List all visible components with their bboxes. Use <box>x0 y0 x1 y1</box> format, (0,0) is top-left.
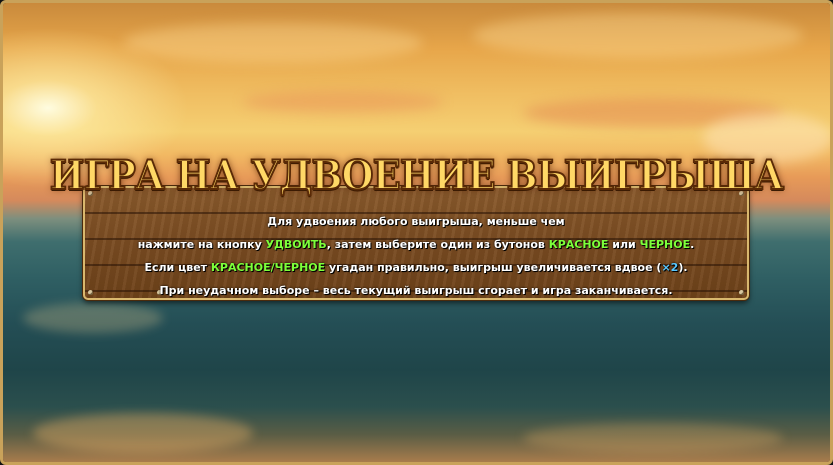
cloud <box>243 91 443 113</box>
multiplier-keyword: ×2 <box>661 261 679 274</box>
rules-text-segment: угадан правильно, выигрыш увеличивается … <box>325 261 662 274</box>
rules-line-4: При неудачном выборе – весь текущий выиг… <box>159 284 673 297</box>
rules-text-segment: ). <box>678 261 688 274</box>
sea-glint <box>23 303 163 333</box>
rules-line-3: Если цвет КРАСНОЕ/ЧЕРНОЕ угадан правильн… <box>83 256 749 279</box>
cloud <box>123 23 423 63</box>
rules-text-segment: нажмите на кнопку <box>137 238 266 251</box>
rules-text-segment: , затем выберите один из бутонов <box>326 238 549 251</box>
double-keyword: УДВОИТЬ <box>265 238 327 251</box>
rules-text: Для удвоения любого выигрыша, меньше чем… <box>83 210 749 302</box>
rules-line-2: нажмите на кнопку УДВОИТЬ, затем выберит… <box>83 233 749 256</box>
rules-line-1: Для удвоения любого выигрыша, меньше чем <box>267 215 565 228</box>
rules-text-segment: . <box>690 238 695 251</box>
black-keyword: ЧЕРНОЕ <box>639 238 691 251</box>
cloud <box>473 13 803 58</box>
rules-text-segment: Если цвет <box>144 261 211 274</box>
page-title: ИГРА НА УДВОЕНИЕ ВЫИГРЫША <box>49 151 785 200</box>
color-keyword: КРАСНОЕ/ЧЕРНОЕ <box>210 261 326 274</box>
rules-text-segment: или <box>608 238 640 251</box>
sea-glint <box>523 423 783 453</box>
sea-glint <box>33 413 253 453</box>
red-keyword: КРАСНОЕ <box>548 238 609 251</box>
